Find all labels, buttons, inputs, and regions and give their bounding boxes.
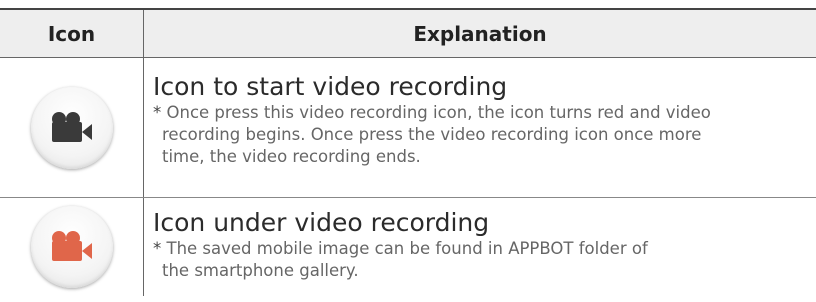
- icon-explanation-table: Icon Explanation Icon to start video rec…: [0, 8, 816, 296]
- row-note: * The saved mobile image can be found in…: [153, 238, 816, 282]
- note-asterisk: *: [153, 239, 162, 258]
- icon-cell: [0, 58, 143, 197]
- note-line: * The saved mobile image can be found in…: [153, 238, 816, 260]
- note-text: The saved mobile image can be found in A…: [161, 239, 648, 258]
- header-icon-column: Icon: [47, 22, 96, 46]
- note-line: recording begins. Once press the video r…: [162, 125, 702, 144]
- table-row: Icon under video recording * The saved m…: [0, 198, 816, 296]
- video-camera-recording-icon: [51, 231, 92, 261]
- row-note: * Once press this video recording icon, …: [153, 102, 816, 168]
- header-explanation-column: Explanation: [143, 10, 816, 58]
- video-camera-icon: [51, 111, 92, 142]
- row-title: Icon under video recording: [153, 208, 490, 237]
- table-header: Icon Explanation: [0, 8, 816, 58]
- note-line: * Once press this video recording icon, …: [153, 102, 816, 124]
- note-line: time, the video recording ends.: [162, 147, 421, 166]
- note-line: the smartphone gallery.: [162, 261, 359, 280]
- note-text: Once press this video recording icon, th…: [161, 103, 711, 122]
- video-recording-button[interactable]: [30, 206, 113, 288]
- explanation-cell: Icon under video recording * The saved m…: [143, 198, 816, 296]
- table-row: Icon to start video recording * Once pre…: [0, 58, 816, 198]
- note-asterisk: *: [153, 103, 162, 122]
- explanation-cell: Icon to start video recording * Once pre…: [143, 58, 816, 197]
- video-record-button[interactable]: [30, 86, 113, 169]
- row-title: Icon to start video recording: [153, 72, 508, 101]
- icon-cell: [0, 198, 143, 296]
